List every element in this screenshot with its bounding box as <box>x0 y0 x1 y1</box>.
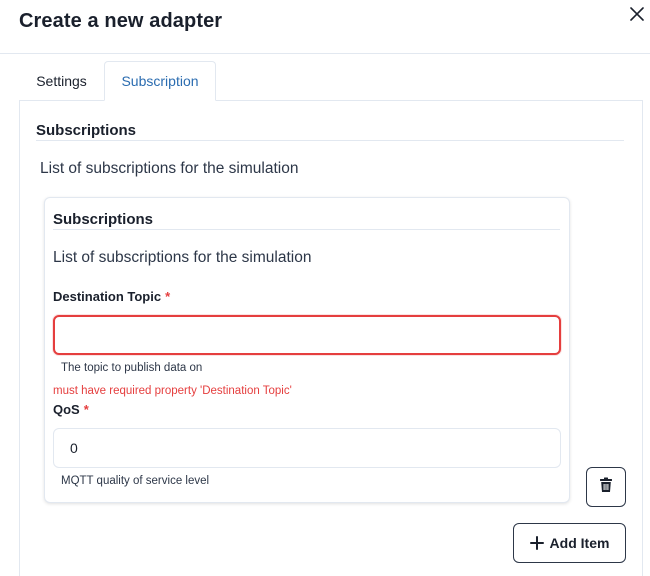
destination-topic-label: Destination Topic * <box>53 289 171 304</box>
item-divider <box>53 229 560 230</box>
tab-settings[interactable]: Settings <box>19 61 104 101</box>
section-title: Subscriptions <box>36 122 137 139</box>
modal-header: Create a new adapter <box>0 0 650 54</box>
qos-input[interactable] <box>53 428 561 468</box>
tab-subscription[interactable]: Subscription <box>104 61 216 101</box>
destination-topic-input[interactable] <box>53 315 561 355</box>
close-button[interactable] <box>626 5 648 27</box>
item-title: Subscriptions <box>53 211 154 228</box>
destination-topic-helper: The topic to publish data on <box>61 362 203 374</box>
qos-label: QoS * <box>53 402 89 417</box>
modal-title: Create a new adapter <box>19 10 223 32</box>
required-marker: * <box>165 289 171 304</box>
add-item-button[interactable]: Add Item <box>513 523 626 563</box>
add-item-label: Add Item <box>549 535 610 551</box>
section-divider <box>36 140 624 141</box>
item-description: List of subscriptions for the simulation <box>53 249 312 266</box>
section-description: List of subscriptions for the simulation <box>40 160 299 177</box>
delete-item-button[interactable] <box>586 467 626 507</box>
close-icon <box>630 6 644 26</box>
qos-helper: MQTT quality of service level <box>61 475 210 487</box>
required-marker: * <box>83 402 89 417</box>
plus-icon <box>529 536 544 550</box>
trash-icon <box>599 477 613 498</box>
destination-topic-error: must have required property 'Destination… <box>53 385 292 397</box>
